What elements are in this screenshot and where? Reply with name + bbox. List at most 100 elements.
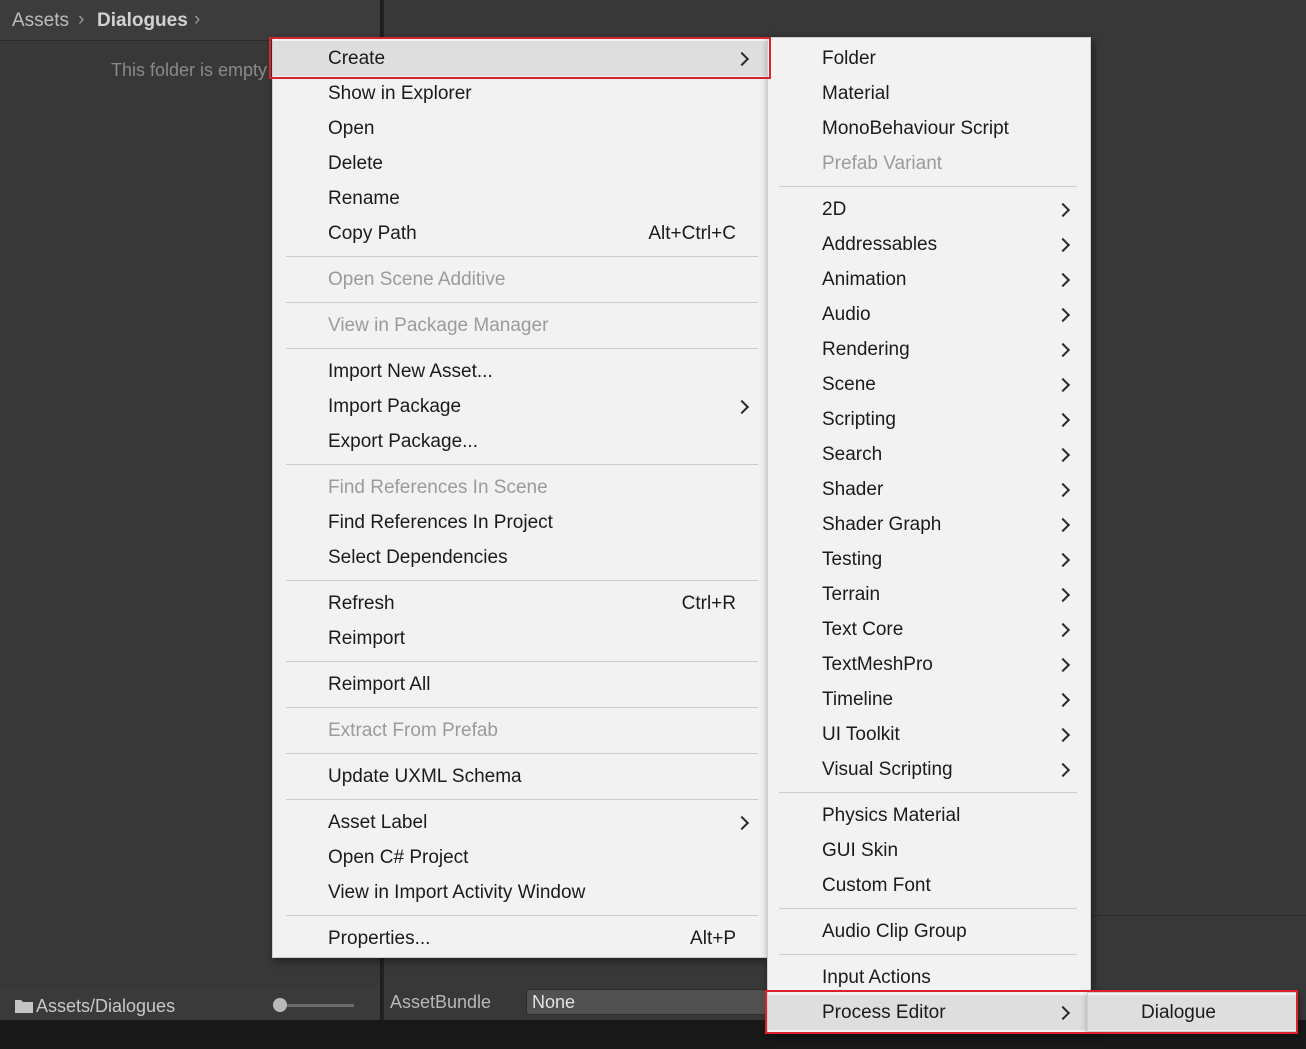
- breadcrumb-dialogues[interactable]: Dialogues: [97, 10, 188, 32]
- assetbundle-dropdown[interactable]: None: [526, 989, 776, 1015]
- menu-item-create[interactable]: Create: [273, 41, 768, 76]
- menu-item-label: Folder: [822, 48, 876, 69]
- menu-item-select-dependencies[interactable]: Select Dependencies: [273, 540, 768, 575]
- menu-item-shortcut: Alt+Ctrl+C: [648, 223, 736, 244]
- menu-separator: [286, 661, 758, 662]
- menu-item-reimport[interactable]: Reimport: [273, 621, 768, 656]
- zoom-slider-track[interactable]: [280, 1004, 354, 1007]
- create-item-custom-font[interactable]: Custom Font: [768, 868, 1090, 903]
- chevron-right-icon: [1055, 552, 1071, 568]
- menu-item-label: Terrain: [822, 584, 881, 605]
- create-item-audio-clip-group[interactable]: Audio Clip Group: [768, 914, 1090, 949]
- menu-item-label: Search: [822, 444, 883, 465]
- process-item-dialogue[interactable]: Dialogue: [1088, 995, 1296, 1030]
- menu-item-label: Visual Scripting: [822, 759, 953, 780]
- menu-separator: [286, 707, 758, 708]
- chevron-right-icon: [1055, 202, 1071, 218]
- menu-item-label: Copy Path: [328, 223, 417, 244]
- process-editor-submenu: Dialogue: [1087, 992, 1297, 1032]
- menu-item-label: Text Core: [822, 619, 904, 640]
- breadcrumb-assets[interactable]: Assets: [12, 10, 69, 32]
- create-item-animation[interactable]: Animation: [768, 262, 1090, 297]
- menu-item-copy-path[interactable]: Copy Path Alt+Ctrl+C: [273, 216, 768, 251]
- menu-item-label: Testing: [822, 549, 883, 570]
- create-item-textmeshpro[interactable]: TextMeshPro: [768, 647, 1090, 682]
- menu-item-update-uxml-schema[interactable]: Update UXML Schema: [273, 759, 768, 794]
- menu-item-import-new-asset[interactable]: Import New Asset...: [273, 354, 768, 389]
- menu-item-label: Rename: [328, 188, 400, 209]
- menu-item-label: Animation: [822, 269, 907, 290]
- create-item-monobehaviour-script[interactable]: MonoBehaviour Script: [768, 111, 1090, 146]
- menu-item-label: Shader Graph: [822, 514, 942, 535]
- menu-item-label: Timeline: [822, 689, 894, 710]
- create-item-text-core[interactable]: Text Core: [768, 612, 1090, 647]
- menu-item-label: Show in Explorer: [328, 83, 472, 104]
- menu-separator: [286, 256, 758, 257]
- menu-item-export-package[interactable]: Export Package...: [273, 424, 768, 459]
- menu-item-view-in-import-activity-window[interactable]: View in Import Activity Window: [273, 875, 768, 910]
- menu-item-import-package[interactable]: Import Package: [273, 389, 768, 424]
- menu-item-label: Extract From Prefab: [328, 720, 498, 741]
- create-item-terrain[interactable]: Terrain: [768, 577, 1090, 612]
- breadcrumb: Assets › Dialogues ›: [0, 0, 380, 41]
- menu-item-open[interactable]: Open: [273, 111, 768, 146]
- menu-separator: [286, 799, 758, 800]
- menu-item-label: View in Import Activity Window: [328, 882, 586, 903]
- menu-item-asset-label[interactable]: Asset Label: [273, 805, 768, 840]
- chevron-right-icon[interactable]: ›: [194, 9, 200, 31]
- create-item-visual-scripting[interactable]: Visual Scripting: [768, 752, 1090, 787]
- menu-item-label: Scripting: [822, 409, 896, 430]
- chevron-right-icon: [1055, 517, 1071, 533]
- create-item-rendering[interactable]: Rendering: [768, 332, 1090, 367]
- create-item-2d[interactable]: 2D: [768, 192, 1090, 227]
- menu-item-label: Open C# Project: [328, 847, 469, 868]
- chevron-right-icon: [734, 51, 750, 67]
- menu-item-label: Update UXML Schema: [328, 766, 522, 787]
- menu-item-refresh[interactable]: Refresh Ctrl+R: [273, 586, 768, 621]
- create-item-addressables[interactable]: Addressables: [768, 227, 1090, 262]
- menu-item-label: Delete: [328, 153, 383, 174]
- menu-item-label: Reimport: [328, 628, 406, 649]
- menu-separator: [286, 464, 758, 465]
- menu-item-delete[interactable]: Delete: [273, 146, 768, 181]
- create-item-audio[interactable]: Audio: [768, 297, 1090, 332]
- chevron-right-icon: [1055, 657, 1071, 673]
- menu-item-label: Import New Asset...: [328, 361, 493, 382]
- create-item-shader-graph[interactable]: Shader Graph: [768, 507, 1090, 542]
- menu-item-label: Asset Label: [328, 812, 428, 833]
- create-submenu: Folder Material MonoBehaviour Script Prefab…: [767, 37, 1091, 1033]
- create-item-material[interactable]: Material: [768, 76, 1090, 111]
- create-item-timeline[interactable]: Timeline: [768, 682, 1090, 717]
- chevron-right-icon: [1055, 622, 1071, 638]
- zoom-slider-handle[interactable]: [273, 998, 287, 1012]
- create-item-physics-material[interactable]: Physics Material: [768, 798, 1090, 833]
- menu-item-label: Physics Material: [822, 805, 961, 826]
- menu-item-find-references-in-scene: Find References In Scene: [273, 470, 768, 505]
- create-item-input-actions[interactable]: Input Actions: [768, 960, 1090, 995]
- chevron-right-icon: [1055, 342, 1071, 358]
- menu-item-show-in-explorer[interactable]: Show in Explorer: [273, 76, 768, 111]
- chevron-right-icon: [1055, 272, 1071, 288]
- menu-item-find-references-in-project[interactable]: Find References In Project: [273, 505, 768, 540]
- menu-item-rename[interactable]: Rename: [273, 181, 768, 216]
- chevron-right-icon: [1055, 447, 1071, 463]
- create-item-shader[interactable]: Shader: [768, 472, 1090, 507]
- selected-path: Assets/Dialogues: [36, 996, 176, 1016]
- create-item-gui-skin[interactable]: GUI Skin: [768, 833, 1090, 868]
- menu-item-extract-from-prefab: Extract From Prefab: [273, 713, 768, 748]
- menu-item-label: Properties...: [328, 928, 431, 949]
- create-item-folder[interactable]: Folder: [768, 41, 1090, 76]
- menu-item-label: Process Editor: [822, 1002, 946, 1023]
- menu-item-shortcut: Ctrl+R: [681, 593, 736, 614]
- menu-item-properties[interactable]: Properties... Alt+P: [273, 921, 768, 956]
- chevron-right-icon: [1055, 1005, 1071, 1021]
- menu-item-reimport-all[interactable]: Reimport All: [273, 667, 768, 702]
- create-item-testing[interactable]: Testing: [768, 542, 1090, 577]
- create-item-search[interactable]: Search: [768, 437, 1090, 472]
- create-item-scene[interactable]: Scene: [768, 367, 1090, 402]
- menu-item-open-c-project[interactable]: Open C# Project: [273, 840, 768, 875]
- create-item-ui-toolkit[interactable]: UI Toolkit: [768, 717, 1090, 752]
- assetbundle-value: None: [532, 992, 576, 1012]
- create-item-process-editor[interactable]: Process Editor: [768, 995, 1090, 1030]
- create-item-scripting[interactable]: Scripting: [768, 402, 1090, 437]
